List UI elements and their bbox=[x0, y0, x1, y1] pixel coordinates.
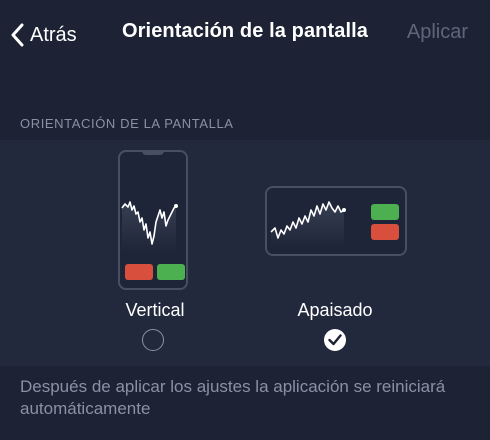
section-label: ORIENTACIÓN DE LA PANTALLA bbox=[20, 116, 234, 131]
buy-button-illustration bbox=[371, 204, 399, 220]
orientation-options-panel: Vertical Apaisado bbox=[0, 140, 490, 366]
option-label-vertical: Vertical bbox=[125, 300, 185, 320]
option-landscape[interactable]: Apaisado bbox=[250, 140, 420, 366]
landscape-phone-illustration bbox=[265, 186, 407, 256]
option-vertical[interactable]: Vertical bbox=[100, 140, 210, 366]
radio-landscape[interactable] bbox=[324, 329, 346, 351]
nav-header: Atrás Orientación de la pantalla Aplicar bbox=[0, 0, 490, 70]
orientation-screen: Atrás Orientación de la pantalla Aplicar… bbox=[0, 0, 490, 440]
sell-button-illustration bbox=[371, 224, 399, 240]
option-label-landscape: Apaisado bbox=[297, 300, 373, 320]
buy-button-illustration bbox=[157, 264, 185, 280]
landscape-chart-graphic bbox=[270, 201, 346, 248]
portrait-phone-illustration bbox=[118, 150, 188, 290]
apply-button[interactable]: Aplicar bbox=[407, 21, 468, 44]
restart-note: Después de aplicar los ajustes la aplica… bbox=[20, 377, 446, 418]
radio-vertical[interactable] bbox=[142, 329, 164, 351]
sell-button-illustration bbox=[125, 264, 153, 280]
